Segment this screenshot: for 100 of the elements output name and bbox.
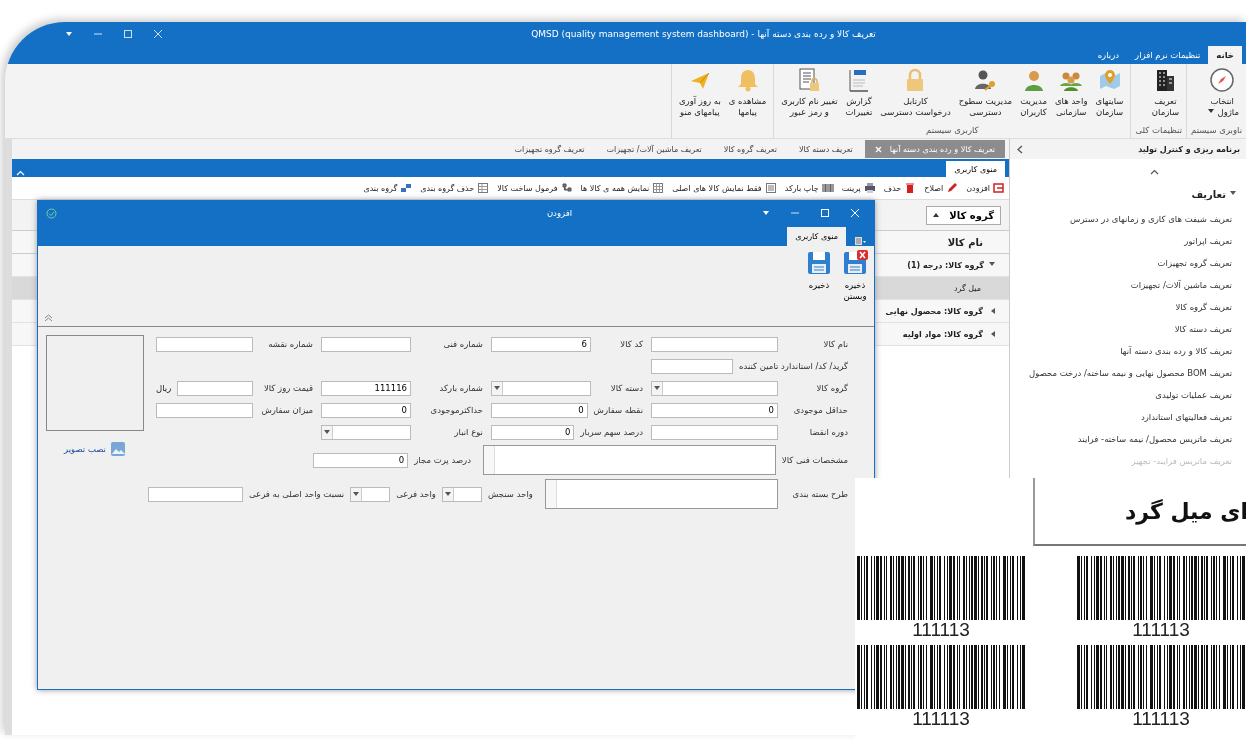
ribbon-button[interactable]: به روز آوری پیامهای منو [675,64,724,134]
close-icon[interactable] [153,29,163,39]
toolbar-button[interactable]: فقط نمایش کالا های اصلی [672,182,777,194]
text-field[interactable] [651,336,778,352]
nav-item[interactable]: تعریف کالا و رده بندی دسته آنها [1010,340,1236,362]
dropdown-field[interactable] [350,486,391,502]
text-field[interactable] [321,336,411,352]
text-area[interactable] [544,479,778,509]
field-label: دسته کالا [609,383,643,393]
document-tab[interactable]: تعریف گروه تجهیزات [504,140,595,158]
ribbon-button[interactable]: گزارش تغییرات [842,64,876,124]
ribbon-tab[interactable]: تنظیمات نرم افزار [1127,46,1209,64]
caret-icon [324,430,330,434]
menu-icon[interactable] [854,236,866,246]
collapse-icon[interactable] [1150,169,1159,175]
set-image-link[interactable]: نصب تصویر [64,441,126,457]
toolbar-button[interactable]: فرمول ساخت کالا [497,182,573,194]
nav-item[interactable]: تعریف گروه کالا [1010,296,1236,318]
nav-item[interactable]: تعریف ماشین آلات/ تجهیزات [1010,274,1236,296]
dropdown-field[interactable] [441,486,482,502]
save-button[interactable]: ذخیره [806,250,832,322]
document-tab[interactable]: تعریف گروه کالا [713,140,787,158]
text-field[interactable] [148,486,243,502]
field-label: نقطه سفارش [592,405,643,415]
document-tab[interactable]: تعریف ماشین آلات/ تجهیزات [596,140,712,158]
ribbon-button[interactable]: مدیریت کاربران [1017,64,1050,124]
field-label: حداقل موجودی [792,405,848,415]
text-field[interactable]: 0 [321,402,411,418]
toolbar-button[interactable]: اصلاح [924,182,959,194]
nav-item[interactable]: تعریف ماتریس محصول/ نیمه ساخته- فرایند [1010,428,1236,450]
save-close-icon [842,250,868,276]
text-field[interactable] [177,380,253,396]
nav-item[interactable]: تعریف شیفت های کاری و زمانهای در دسترس [1010,208,1236,230]
text-field[interactable]: 111116 [321,380,411,396]
text-field[interactable] [156,402,253,418]
ribbon-tab[interactable]: درباره [1089,46,1128,64]
nav-item[interactable]: تعریف عملیات تولیدی [1010,384,1236,406]
menu-tab[interactable]: منوی کاربری [946,161,1005,177]
field-label: نام کالا [822,339,848,349]
text-field[interactable] [156,336,253,352]
caret-icon[interactable] [762,209,770,217]
minimize-icon[interactable] [93,30,103,38]
ribbon-button[interactable]: سایتهای سازمان [1092,64,1127,124]
section-header[interactable]: تعاریف [1010,189,1236,200]
caret-icon [353,492,360,496]
ribbon-tab[interactable]: منوی کاربری [787,227,846,246]
nav-item[interactable]: تعریف اپراتور [1010,230,1236,252]
text-area[interactable] [483,445,776,475]
ribbon-tab[interactable]: خانه [1208,46,1242,64]
ribbon-button[interactable]: کارتابل درخواست دسترسی [877,64,954,124]
toolbar-button[interactable]: نمایش همه ی کالا ها [580,182,665,194]
text-field[interactable]: 6 [491,336,591,352]
unit-label: ریال [156,383,172,393]
group-by-button[interactable]: گروه کالا [926,205,1001,225]
document-tab[interactable]: تعریف دسته کالا [788,140,863,158]
toolbar-button[interactable]: پرینت [841,182,876,194]
ribbon-button[interactable]: تعریف سازمان [1148,64,1183,124]
nav-item[interactable]: تعریف گروه تجهیزات [1010,252,1236,274]
ribbon-button[interactable]: تغییر نام کاربری و رمز عبور [778,64,841,124]
field-label: کد کالا [619,339,643,349]
field-label: گرید/ کد/ استاندارد تامین کننده [738,361,848,371]
ribbon-button[interactable]: واحد های سازمانی [1051,64,1091,124]
dropdown-field[interactable] [321,424,411,440]
printer-icon [863,182,876,194]
text-field[interactable] [651,424,778,440]
minimize-icon[interactable] [790,209,800,217]
toolbar-button[interactable]: حذف گروه بندی [420,182,490,194]
toolbar-button[interactable]: چاپ بارکد [784,182,834,194]
nav-item[interactable]: تعریف BOM محصول نهایی و نیمه ساخته/ درخت محصول [1010,362,1236,384]
text-field[interactable]: 0 [491,402,588,418]
text-field[interactable]: 0 [491,424,575,440]
barcode-number: 111113 [1132,620,1190,639]
save-and-close-button[interactable]: ذخیره وبستن [842,250,868,322]
nav-item[interactable]: تعریف دسته کالا [1010,318,1236,340]
chevron-icon[interactable] [1016,144,1023,154]
text-field[interactable]: 0 [651,402,778,418]
barcode-icon [821,182,834,194]
caret-icon [444,492,451,496]
field-label: واحد سنجش [486,489,533,499]
field-label: نوع انبار [453,427,483,437]
toolbar-button[interactable]: حذف [883,182,917,194]
text-field[interactable] [651,358,734,374]
group-row-label: گروه کالا: مواد اولیه [902,329,983,339]
dropdown-field[interactable] [651,380,778,396]
ribbon-button[interactable]: مدیریت سطوح دسترسی [955,64,1016,124]
toolbar-button[interactable]: گروه بندی [363,182,413,194]
nav-item[interactable]: تعریف فعالیتهای استاندارد [1010,406,1236,428]
list-icon [764,182,777,194]
group-label: تنظیمات کلی [1135,124,1183,137]
dropdown-field[interactable] [491,380,591,396]
caret-icon[interactable] [65,30,73,38]
toolbar-button[interactable]: افزودن [966,182,1005,194]
ribbon-button[interactable]: مشاهده ی پیامها [725,64,770,134]
maximize-icon[interactable] [123,29,133,39]
field-label: طرح بسته بندی [791,489,848,499]
ribbon-button[interactable]: انتخاب ماژول [1202,64,1242,124]
field-label: میزان سفارش [260,405,313,415]
table-icon [477,182,490,194]
field-label: درصد پرت مجاز [413,455,471,465]
text-field[interactable]: 0 [313,452,409,468]
